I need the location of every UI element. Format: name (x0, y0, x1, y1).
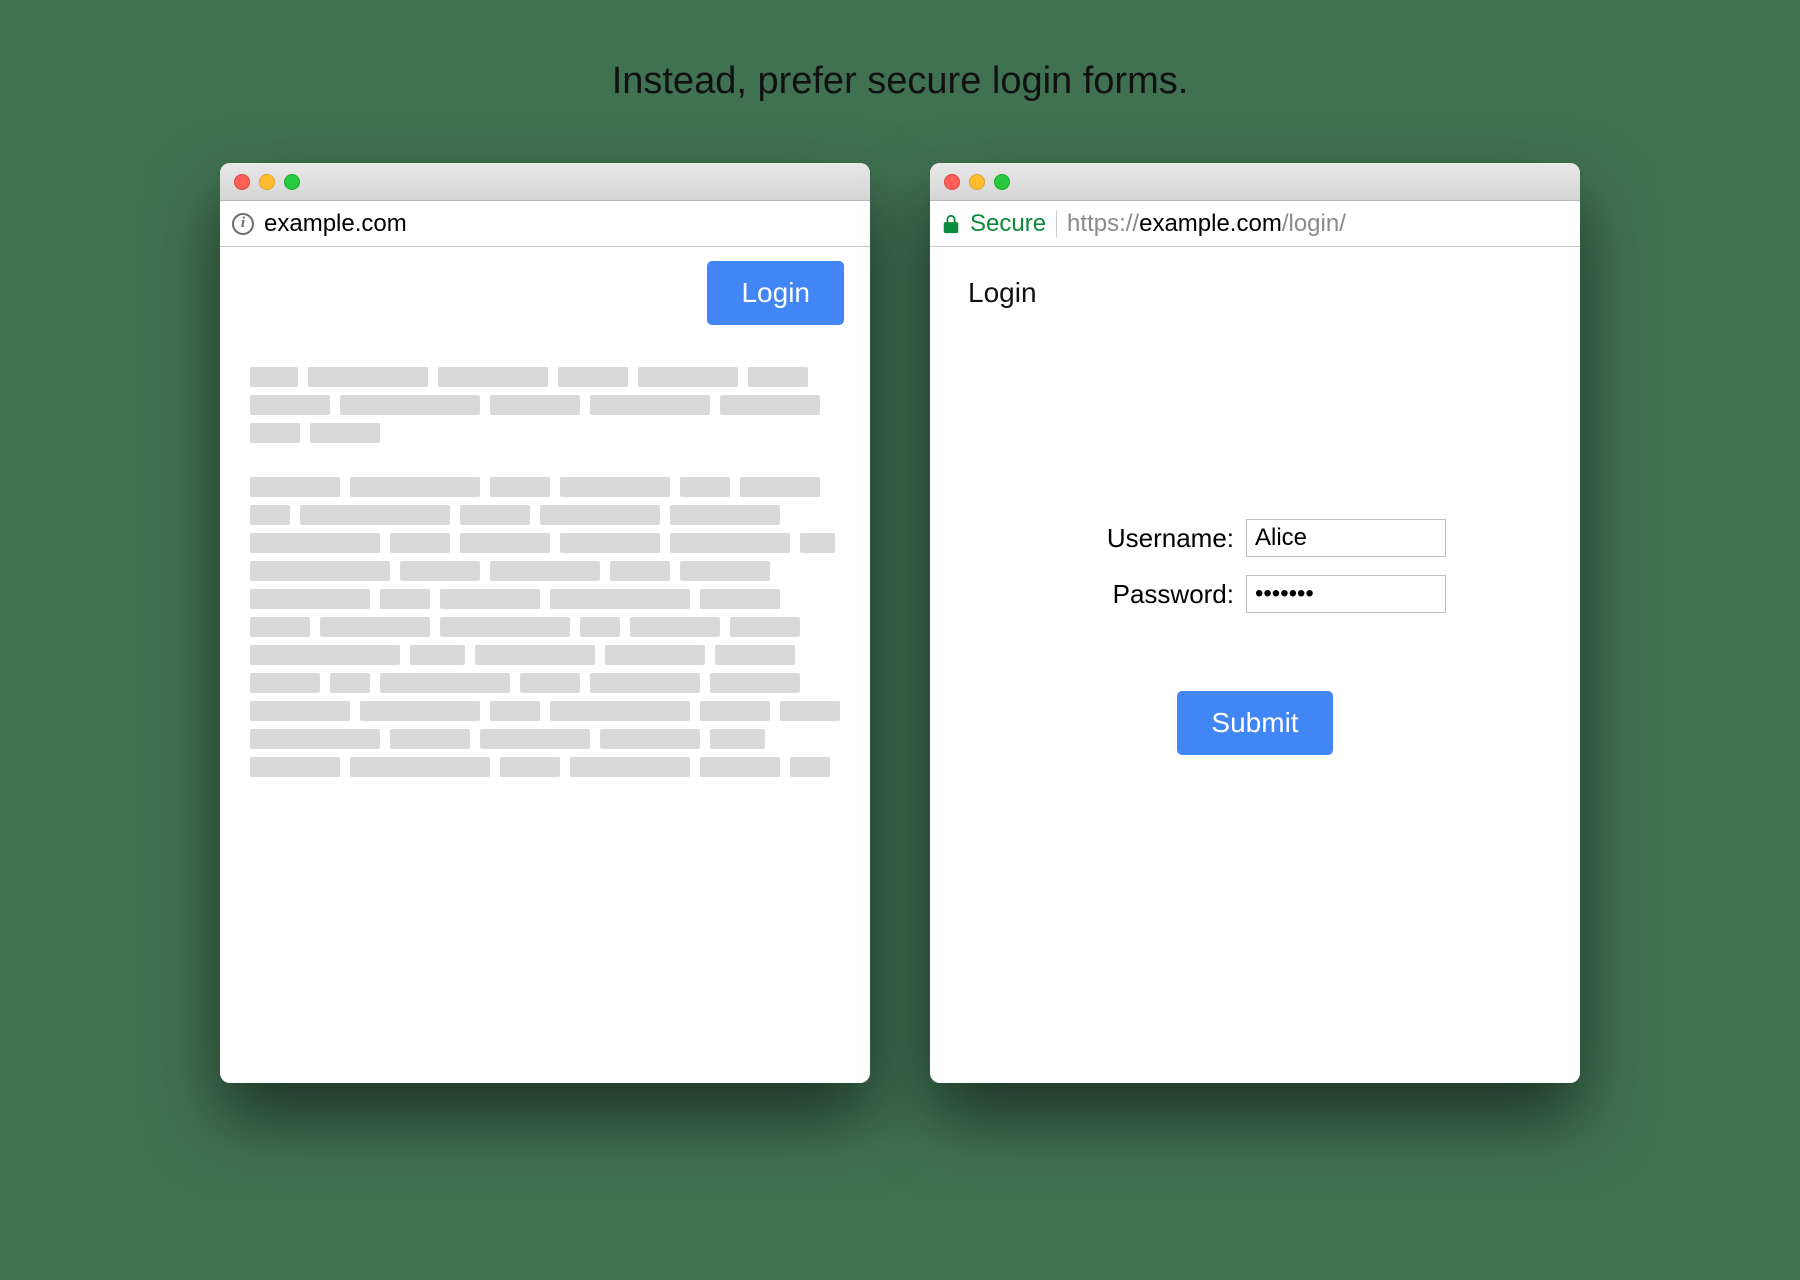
url-host: example.com (1139, 210, 1282, 237)
secure-window: Secure https://example.com/login/ Login … (930, 163, 1580, 1083)
minimize-icon[interactable] (259, 174, 275, 190)
info-icon: i (232, 213, 254, 235)
login-form: Username: Password: Submit (960, 519, 1550, 755)
url-text: example.com (264, 210, 407, 238)
url-scheme: https:// (1067, 210, 1139, 237)
close-icon[interactable] (234, 174, 250, 190)
diagram-caption: Instead, prefer secure login forms. (612, 60, 1189, 103)
secure-label: Secure (970, 210, 1046, 238)
login-heading: Login (968, 277, 1550, 309)
username-label: Username: (1064, 523, 1234, 554)
page-content: Login Username: Password: Submit (930, 247, 1580, 1083)
placeholder-body (250, 367, 840, 777)
close-icon[interactable] (944, 174, 960, 190)
windows-container: i example.com Login (220, 163, 1580, 1083)
page-content: Login (220, 247, 870, 1083)
placeholder-paragraph (250, 367, 840, 443)
minimize-icon[interactable] (969, 174, 985, 190)
url-path: /login/ (1282, 210, 1346, 237)
placeholder-paragraph (250, 477, 840, 777)
url-text: https://example.com/login/ (1067, 210, 1346, 238)
window-titlebar (930, 163, 1580, 201)
window-titlebar (220, 163, 870, 201)
password-label: Password: (1064, 579, 1234, 610)
lock-icon (942, 214, 960, 234)
password-input[interactable] (1246, 575, 1446, 613)
address-bar[interactable]: i example.com (220, 201, 870, 247)
login-button[interactable]: Login (707, 261, 844, 325)
maximize-icon[interactable] (994, 174, 1010, 190)
username-row: Username: (1064, 519, 1446, 557)
username-input[interactable] (1246, 519, 1446, 557)
insecure-window: i example.com Login (220, 163, 870, 1083)
maximize-icon[interactable] (284, 174, 300, 190)
address-divider (1056, 210, 1057, 238)
password-row: Password: (1064, 575, 1446, 613)
address-bar[interactable]: Secure https://example.com/login/ (930, 201, 1580, 247)
submit-button[interactable]: Submit (1177, 691, 1332, 755)
